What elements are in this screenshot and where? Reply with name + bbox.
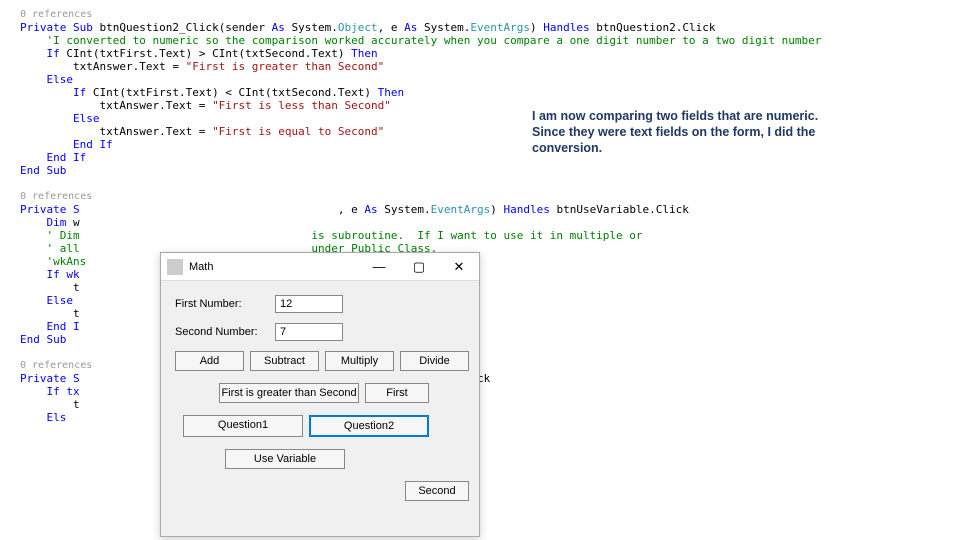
- code-line: Dim w: [20, 216, 960, 229]
- second-button[interactable]: Second: [405, 481, 469, 501]
- close-button[interactable]: ✕: [439, 253, 479, 281]
- blank-line: [20, 177, 960, 190]
- second-number-input[interactable]: [275, 323, 343, 341]
- question1-button[interactable]: Question1: [183, 415, 303, 437]
- minimize-button[interactable]: —: [359, 253, 399, 281]
- first-button[interactable]: First: [365, 383, 429, 403]
- subtract-button[interactable]: Subtract: [250, 351, 319, 371]
- code-line: Private S , e As System.EventArgs) Handl…: [20, 203, 960, 216]
- references-link[interactable]: 0 references: [20, 8, 960, 21]
- titlebar[interactable]: Math — ▢ ✕: [161, 253, 479, 281]
- first-number-label: First Number:: [175, 298, 275, 310]
- code-line: Private Sub btnQuestion2_Click(sender As…: [20, 21, 960, 34]
- code-editor[interactable]: 0 references Private Sub btnQuestion2_Cl…: [0, 0, 960, 540]
- code-line: If CInt(txtFirst.Text) < CInt(txtSecond.…: [20, 86, 960, 99]
- divide-button[interactable]: Divide: [400, 351, 469, 371]
- multiply-button[interactable]: Multiply: [325, 351, 394, 371]
- code-line: 'I converted to numeric so the compariso…: [20, 34, 960, 47]
- code-line: If CInt(txtFirst.Text) > CInt(txtSecond.…: [20, 47, 960, 60]
- add-button[interactable]: Add: [175, 351, 244, 371]
- window-title: Math: [189, 261, 359, 273]
- question2-button[interactable]: Question2: [309, 415, 429, 437]
- annotation-callout: I am now comparing two fields that are n…: [532, 108, 902, 156]
- callout-line: I am now comparing two fields that are n…: [532, 108, 902, 124]
- code-line: End Sub: [20, 164, 960, 177]
- answer-textbox[interactable]: First is greater than Second: [219, 383, 359, 403]
- code-line: ' Dim is subroutine. If I want to use it…: [20, 229, 960, 242]
- references-link[interactable]: 0 references: [20, 190, 960, 203]
- callout-line: conversion.: [532, 140, 902, 156]
- code-line: Else: [20, 73, 960, 86]
- maximize-button[interactable]: ▢: [399, 253, 439, 281]
- form-body: First Number: Second Number: Add Subtrac…: [161, 281, 479, 521]
- first-number-input[interactable]: [275, 295, 343, 313]
- code-line: txtAnswer.Text = "First is greater than …: [20, 60, 960, 73]
- math-form-window: Math — ▢ ✕ First Number: Second Number: …: [160, 252, 480, 537]
- app-icon: [167, 259, 183, 275]
- callout-line: Since they were text fields on the form,…: [532, 124, 902, 140]
- second-number-label: Second Number:: [175, 326, 275, 338]
- use-variable-button[interactable]: Use Variable: [225, 449, 345, 469]
